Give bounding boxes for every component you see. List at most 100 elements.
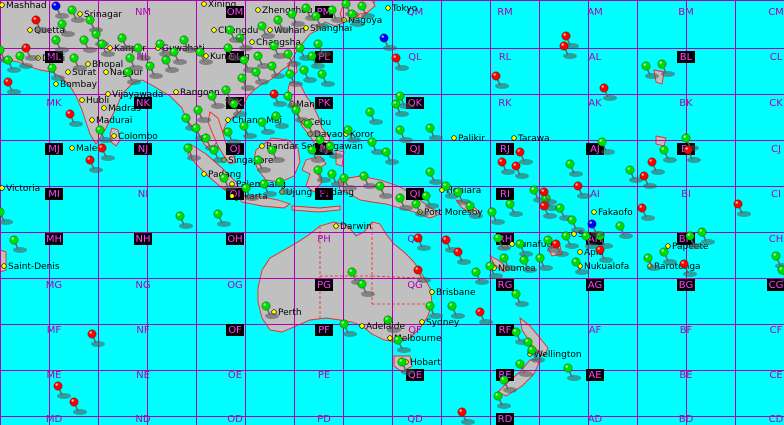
city-marker[interactable]: Singapore: [221, 156, 274, 166]
grid-square-label: RL: [499, 52, 512, 63]
city-label: Changsha: [256, 38, 301, 48]
grid-square-label: ND: [135, 414, 150, 425]
svg-text:RK: RK: [498, 98, 512, 109]
marker-pin[interactable]: [733, 199, 751, 217]
marker-pin[interactable]: [69, 397, 87, 415]
city-marker[interactable]: Fakaofo: [591, 208, 633, 218]
svg-text:NH: NH: [136, 234, 151, 245]
marker-pin[interactable]: [505, 199, 523, 217]
marker-pin[interactable]: [85, 155, 103, 173]
marker-pin[interactable]: [9, 235, 27, 253]
city-marker[interactable]: Victoria: [0, 184, 40, 194]
city-marker[interactable]: Saint-Denis: [1, 262, 60, 272]
svg-text:NI: NI: [138, 189, 148, 200]
svg-text:BG: BG: [679, 280, 693, 291]
city-marker[interactable]: Bombay: [53, 80, 98, 90]
marker-pin[interactable]: [599, 83, 617, 101]
city-marker[interactable]: Vijayawada: [105, 90, 164, 100]
city-marker[interactable]: Darwin: [333, 222, 372, 232]
marker-pin[interactable]: [425, 123, 443, 141]
marker-pin[interactable]: [97, 143, 115, 161]
city-marker[interactable]: Male: [69, 144, 98, 154]
marker-pin[interactable]: [471, 267, 489, 285]
grid-square-label: BM: [678, 7, 694, 18]
city-label: Rarotonga: [654, 262, 701, 272]
marker-pin[interactable]: [53, 381, 71, 399]
grid-square-label: CL: [770, 52, 783, 63]
marker-pin[interactable]: [3, 77, 21, 95]
marker-pin[interactable]: [175, 211, 193, 229]
svg-text:AD: AD: [588, 414, 603, 425]
city-label: Saint-Denis: [8, 262, 60, 272]
map-canvas[interactable]: NMOMPMQMRMAMBMCMMLNLOLPLQLRLALBLCLMKNKOK…: [0, 0, 784, 425]
city-label: Hubli: [86, 96, 109, 106]
marker-pin[interactable]: [647, 157, 665, 175]
svg-text:BD: BD: [679, 414, 694, 425]
svg-text:MI: MI: [48, 189, 60, 200]
marker-pin[interactable]: [563, 363, 581, 381]
city-marker[interactable]: Chengdu: [211, 26, 259, 36]
svg-text:RG: RG: [498, 280, 513, 291]
marker-pin[interactable]: [87, 329, 105, 347]
marker-pin[interactable]: [317, 69, 335, 87]
city-marker[interactable]: Palikir: [451, 134, 486, 144]
city-label: Sydney: [426, 318, 460, 328]
marker-pin[interactable]: [365, 107, 383, 125]
svg-text:CL: CL: [770, 52, 783, 63]
city-marker[interactable]: Srinagar: [77, 10, 123, 20]
marker-pin[interactable]: [213, 209, 231, 227]
grid-square-label: NE: [136, 370, 150, 381]
grid-square-label: OG: [227, 280, 243, 291]
map[interactable]: NMOMPMQMRMAMBMCMMLNLOLPLQLRLALBLCLMKNKOK…: [0, 0, 784, 425]
marker-pin[interactable]: [381, 147, 399, 165]
svg-text:AJ: AJ: [590, 144, 600, 155]
city-label: Brisbane: [436, 288, 476, 298]
svg-text:CF: CF: [770, 325, 783, 336]
grid-square-label: MD: [46, 414, 63, 425]
city-marker[interactable]: Sydney: [419, 318, 460, 328]
grid-square-label: CH: [769, 234, 784, 245]
city-marker[interactable]: Tokyo: [385, 4, 418, 14]
marker-pin[interactable]: [0, 207, 13, 225]
grid-square-label: AM: [587, 7, 602, 18]
marker-pin[interactable]: [637, 203, 655, 221]
svg-text:BL: BL: [680, 52, 693, 63]
lesser-sunda-islands: [291, 205, 341, 213]
marker-pin[interactable]: [391, 53, 409, 71]
marker-pin[interactable]: [659, 145, 677, 163]
city-marker[interactable]: Colombo: [111, 132, 159, 142]
grid-square-label: OE: [228, 370, 242, 381]
marker-pin[interactable]: [453, 247, 471, 265]
svg-text:BK: BK: [679, 98, 693, 109]
svg-text:OD: OD: [227, 414, 243, 425]
marker-pin[interactable]: [565, 159, 583, 177]
marker-pin[interactable]: [65, 109, 83, 127]
marker-pin[interactable]: [447, 301, 465, 319]
svg-text:NE: NE: [136, 370, 150, 381]
city-marker[interactable]: Brisbane: [429, 288, 476, 298]
city-marker[interactable]: Hobart: [403, 358, 442, 368]
grid-square-label: AG: [586, 279, 604, 291]
marker-pin[interactable]: [511, 289, 529, 307]
grid-square-label: NJ: [134, 143, 152, 155]
marker-pin[interactable]: [615, 221, 633, 239]
city-marker[interactable]: Madurai: [89, 116, 133, 126]
svg-text:PE: PE: [318, 370, 330, 381]
grid-square-label: BK: [679, 98, 693, 109]
city-marker[interactable]: Mashhad: [0, 1, 47, 11]
marker-pin[interactable]: [491, 71, 509, 89]
grid-square-label: BE: [679, 370, 692, 381]
marker-pin[interactable]: [535, 253, 553, 271]
grid-square-label: OF: [226, 324, 244, 336]
marker-pin[interactable]: [223, 127, 241, 145]
city-marker[interactable]: Tarawa: [511, 134, 550, 144]
city-label: Singapore: [228, 156, 274, 166]
city-marker[interactable]: Madras: [101, 104, 142, 114]
grid-square-label: CM: [768, 7, 784, 18]
marker-pin[interactable]: [567, 215, 585, 233]
svg-text:QI: QI: [410, 189, 421, 200]
grid-square-label: BG: [677, 279, 695, 291]
svg-text:OG: OG: [227, 280, 243, 291]
marker-pin[interactable]: [425, 167, 443, 185]
grid-square-label: PD: [317, 414, 331, 425]
